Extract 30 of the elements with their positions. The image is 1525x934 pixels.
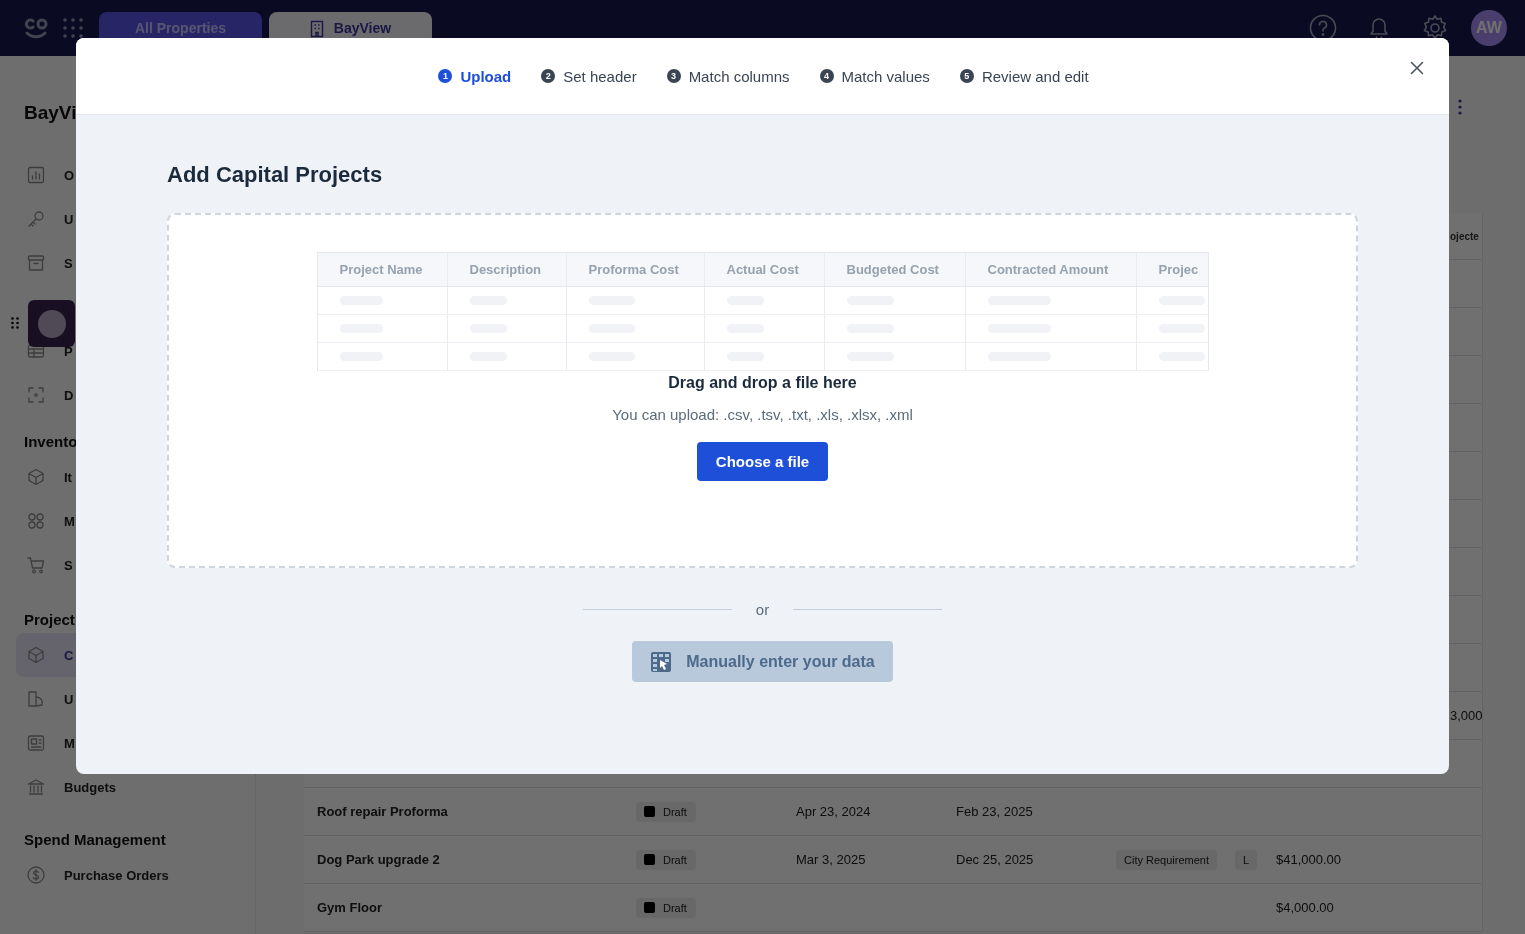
project-name: Gym Floor xyxy=(316,900,383,915)
tag: L xyxy=(1235,849,1258,870)
tag: City Requirement xyxy=(1116,849,1217,870)
table-cell-text: 3,000 xyxy=(1449,708,1482,723)
status-badge: Draft xyxy=(636,897,696,918)
column-header: ojecte xyxy=(1449,231,1480,242)
table-cell-text: Mar 3, 2025 xyxy=(796,852,867,867)
step-number: 1 xyxy=(438,69,453,83)
table-preview-drawing: Project Name Description Proforma Cost Actual Cost Budgeted Cost Contracted Amount Projec xyxy=(316,252,1209,371)
status-badge: Draft xyxy=(636,801,696,822)
section-heading: Invento xyxy=(23,432,79,452)
table-cell-text: Dec 25, 2025 xyxy=(956,852,1035,867)
status-badge: Draft xyxy=(636,849,696,870)
table-cell-text: $41,000.00 xyxy=(1275,852,1343,867)
file-types-hint: You can upload: .csv, .tsv, .txt, .xls, .xlsx, .xml xyxy=(612,405,913,425)
table-cell-text: $4,000.00 xyxy=(1275,900,1335,915)
or-label: or xyxy=(754,601,771,618)
drop-title: Drag and drop a file here xyxy=(668,373,857,393)
step-number: 2 xyxy=(541,69,556,83)
step-number: 5 xyxy=(959,69,974,83)
project-name: Dog Park upgrade 2 xyxy=(316,852,441,867)
dialog-title: Add Capital Projects xyxy=(167,161,383,189)
step-number: 4 xyxy=(819,69,834,83)
project-name: Roof repair Proforma xyxy=(316,804,449,819)
table-cell-text: Feb 23, 2025 xyxy=(956,804,1034,819)
table-cell-text: Apr 23, 2024 xyxy=(796,804,872,819)
section-heading: Project xyxy=(23,610,76,630)
property-title: BayVi xyxy=(23,101,78,125)
section-heading: Spend Management xyxy=(23,830,167,850)
step-number: 3 xyxy=(666,69,681,83)
